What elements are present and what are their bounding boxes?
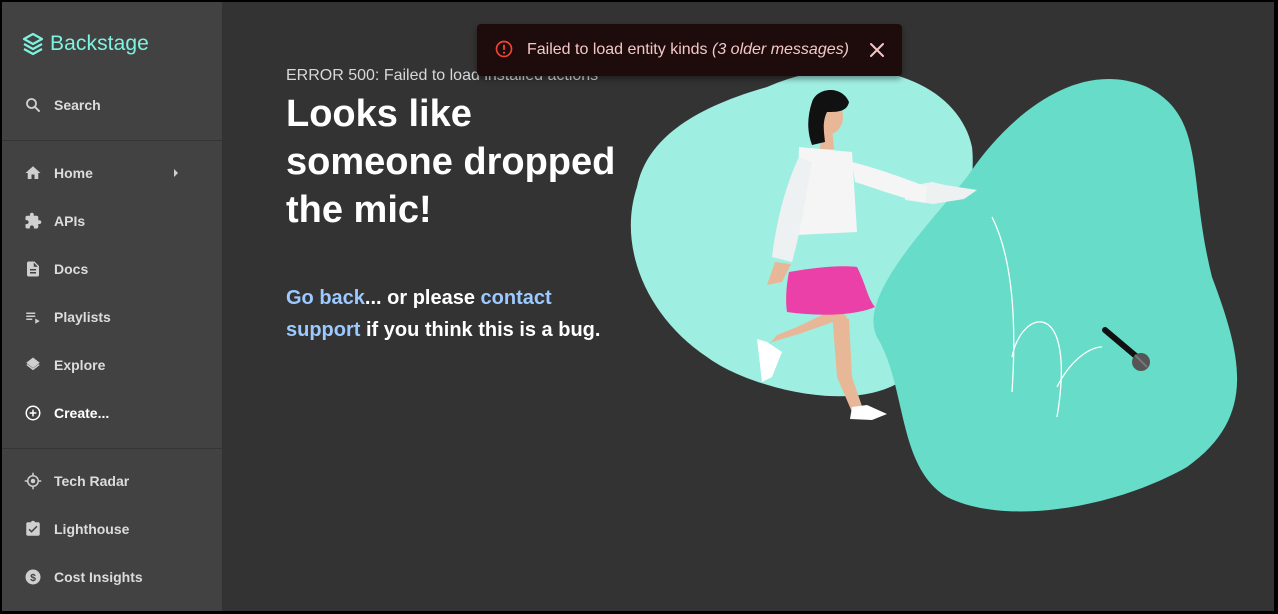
lighthouse-icon (26, 520, 40, 536)
sidebar-item-label: Home (54, 165, 93, 181)
sidebar-search-label: Search (54, 97, 101, 113)
snackbar-message-text: Failed to load entity kinds (527, 41, 708, 58)
snackbar-message: Failed to load entity kinds (3 older mes… (527, 41, 849, 59)
playlist-icon (26, 312, 40, 324)
snackbar-older-count: (3 older messages) (712, 41, 849, 58)
puzzle-icon (25, 212, 42, 229)
backstage-logo-icon (22, 32, 44, 56)
backstage-logo[interactable]: Backstage (22, 30, 149, 58)
sidebar-divider (2, 448, 222, 449)
layers-icon (26, 357, 40, 371)
sidebar-item-label: Explore (54, 357, 106, 373)
close-icon[interactable] (869, 42, 885, 58)
sidebar-item-apis[interactable]: APIs (2, 201, 222, 241)
error-page: ERROR 500: Failed to load installed acti… (222, 2, 1274, 611)
money-icon: $ (25, 569, 41, 585)
go-back-link[interactable]: Go back (286, 287, 365, 309)
help-middle-text: ... or please (364, 287, 481, 309)
document-icon (27, 261, 39, 277)
sidebar-item-tech-radar[interactable]: Tech Radar (2, 461, 222, 501)
sidebar-item-home[interactable]: Home (2, 153, 222, 193)
app-name: Backstage (50, 32, 149, 55)
sidebar-item-playlists[interactable]: Playlists (2, 297, 222, 337)
home-icon (25, 166, 41, 179)
dropped-mic-illustration (630, 69, 1238, 512)
search-icon (26, 98, 40, 112)
sidebar-search[interactable]: Search (2, 85, 222, 125)
sidebar-item-explore[interactable]: Explore (2, 345, 222, 385)
sidebar-item-label: Playlists (54, 309, 111, 325)
radar-icon (24, 472, 42, 490)
sidebar-item-lighthouse[interactable]: Lighthouse (2, 509, 222, 549)
page-title: Looks like someone dropped the mic! (286, 93, 616, 231)
sidebar-divider (2, 140, 222, 141)
help-tail-text: if you think this is a bug. (360, 319, 601, 341)
sidebar-item-docs[interactable]: Docs (2, 249, 222, 289)
sidebar: Backstage Search Home APIs Docs Playlist… (2, 2, 222, 611)
sidebar-item-create[interactable]: Create... (2, 393, 222, 433)
sidebar-item-label: APIs (54, 213, 86, 229)
chevron-right-icon[interactable] (172, 167, 180, 179)
sidebar-item-label: Cost Insights (54, 569, 143, 585)
sidebar-item-label: Lighthouse (54, 521, 130, 537)
app-frame: Backstage Search Home APIs Docs Playlist… (2, 2, 1274, 611)
sidebar-item-label: Tech Radar (54, 473, 130, 489)
sidebar-item-label: Create... (54, 405, 110, 421)
add-circle-icon (25, 405, 41, 421)
error-outline-icon (495, 40, 513, 58)
svg-text:$: $ (30, 572, 36, 584)
help-text: Go back... or please contact support if … (286, 282, 626, 346)
sidebar-item-cost-insights[interactable]: $ Cost Insights (2, 557, 222, 597)
sidebar-item-label: Docs (54, 261, 89, 277)
error-snackbar: Failed to load entity kinds (3 older mes… (477, 24, 902, 76)
